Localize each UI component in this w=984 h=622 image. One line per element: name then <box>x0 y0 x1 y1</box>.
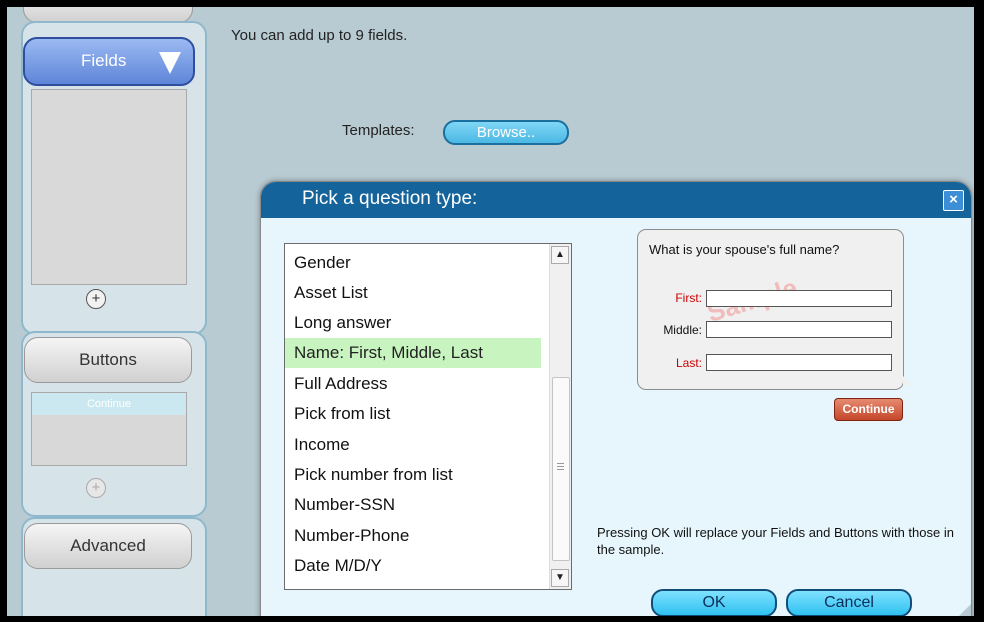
add-field-plus-icon[interactable]: + <box>86 289 106 309</box>
triangle-down-icon <box>159 52 181 74</box>
sample-continue-button: Continue <box>834 398 903 421</box>
cancel-button[interactable]: Cancel <box>786 589 912 616</box>
middle-name-field <box>706 321 892 338</box>
buttons-tab-label: Buttons <box>79 350 137 369</box>
replace-warning-text: Pressing OK will replace your Fields and… <box>597 525 954 557</box>
list-item[interactable]: Income <box>285 430 541 460</box>
list-item-selected[interactable]: Name: First, Middle, Last <box>285 338 541 368</box>
fields-list-box <box>31 89 187 285</box>
scrollbar-thumb[interactable] <box>552 377 570 561</box>
grip-line <box>557 469 564 470</box>
list-item[interactable]: Date M/D/Y <box>285 551 541 581</box>
close-icon[interactable]: × <box>943 190 964 211</box>
scroll-down-arrow-icon[interactable]: ▼ <box>551 569 569 587</box>
sidebar: Fields + Buttons Continue + Advanced <box>7 7 208 616</box>
list-item[interactable]: Full Address <box>285 369 541 399</box>
list-scrollbar[interactable]: ▲ ▼ <box>549 244 571 589</box>
speech-tail <box>903 376 912 385</box>
dialog-header: Pick a question type: × <box>261 182 971 218</box>
buttons-tab-button[interactable]: Buttons <box>24 337 192 383</box>
dialog-title: Pick a question type: <box>302 188 478 209</box>
question-type-list[interactable]: Gender Asset List Long answer Name: Firs… <box>284 243 572 590</box>
first-name-label: First: <box>675 291 702 305</box>
ok-button[interactable]: OK <box>651 589 777 616</box>
scroll-up-arrow-icon[interactable]: ▲ <box>551 246 569 264</box>
continue-button-preview: Continue <box>32 393 186 415</box>
advanced-tab-label: Advanced <box>70 536 146 555</box>
last-name-label: Last: <box>675 356 702 370</box>
sample-preview-card: What is your spouse's full name? Sample … <box>637 229 912 390</box>
grip-line <box>557 466 564 467</box>
app-frame: Fields + Buttons Continue + Advanced You… <box>7 7 974 616</box>
templates-label: Templates: <box>342 122 415 139</box>
sample-question: What is your spouse's full name? <box>649 242 840 257</box>
list-item[interactable]: Asset List <box>285 278 541 308</box>
question-type-dialog: Pick a question type: × Gender Asset Lis… <box>260 181 972 616</box>
list-item[interactable]: Number-SSN <box>285 490 541 520</box>
advanced-tab-button[interactable]: Advanced <box>24 523 192 569</box>
add-button-plus-icon[interactable]: + <box>86 478 106 498</box>
middle-name-label: Middle: <box>663 323 702 337</box>
browse-templates-button[interactable]: Browse.. <box>443 120 569 145</box>
dialog-corner-fold <box>953 604 971 616</box>
last-name-field <box>706 354 892 371</box>
first-name-field <box>706 290 892 307</box>
list-item[interactable]: Number-Phone <box>285 521 541 551</box>
list-item[interactable]: Pick from list <box>285 399 541 429</box>
list-item[interactable]: Long answer <box>285 308 541 338</box>
list-item[interactable]: Pick number from list <box>285 460 541 490</box>
fields-tab-button[interactable]: Fields <box>23 37 195 86</box>
field-limit-text: You can add up to 9 fields. <box>231 27 408 44</box>
fields-tab-label: Fields <box>81 51 127 70</box>
grip-line <box>557 463 564 464</box>
buttons-list-box: Continue <box>31 392 187 466</box>
list-item[interactable]: Gender <box>285 248 541 278</box>
